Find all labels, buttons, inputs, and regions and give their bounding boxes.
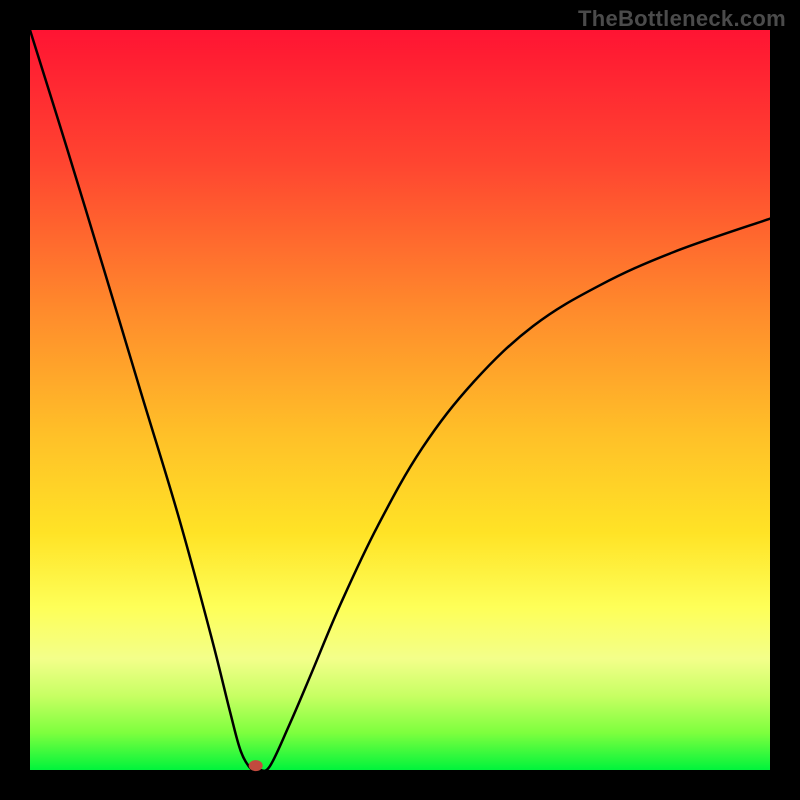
chart-frame: TheBottleneck.com [0,0,800,800]
bottleneck-curve [30,30,770,772]
watermark-text: TheBottleneck.com [578,6,786,32]
optimal-point-marker [249,760,263,771]
plot-area [30,30,770,770]
curve-svg [30,30,770,770]
